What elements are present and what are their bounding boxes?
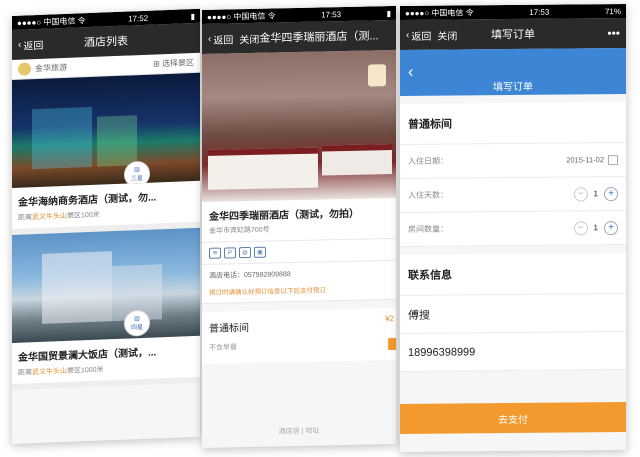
calendar-icon[interactable] [608,154,618,165]
hotel-distance: 距离武义牛头山景区100米 [18,211,100,222]
star-badge: ▥ 四星 [124,309,150,337]
hotel-distance: 距离武义牛头山景区1000米 [18,366,104,377]
hotel-photo: ▥ 三星 [12,72,200,188]
plus-button[interactable]: + [604,220,618,235]
status-time: 17:53 [529,7,550,17]
close-button[interactable]: 关闭 [239,30,259,45]
nav-bar: ‹ 返回 关闭 填写订单 ••• [400,18,626,50]
status-time: 17:52 [128,13,149,24]
minus-button[interactable]: − [573,186,588,201]
days-label: 入住天数： [408,190,448,200]
pay-button[interactable]: 去支付 [400,402,626,434]
restaurant-icon: ◍ [239,246,251,259]
hotel-room-photo [202,49,396,202]
close-button[interactable]: 关闭 [437,27,457,42]
stay-days-row: 入住天数： − 1 + [400,177,626,213]
hotel-name: 金华四季瑞丽酒店（测试，勿拍） [209,208,359,223]
parking-icon: P [224,247,236,259]
battery-icon: ▮ [386,8,391,18]
carrier-text: ●●●●○ 中国电信 令 [17,15,86,28]
hotel-card[interactable]: ▥ 四星 金华国贸景澜大饭店（测试，... 距离武义牛头山景区1000米 [12,227,200,390]
footer-links[interactable]: 酒店信 | 地址 [202,424,396,438]
days-stepper: − 1 + [573,186,618,201]
back-label: 返回 [213,34,234,47]
back-button[interactable]: ‹ 返回 [18,36,43,52]
back-label: 返回 [411,31,432,43]
hotel-phone[interactable]: 酒店电话：057982809888 [209,267,389,281]
days-value: 1 [593,189,598,199]
rooms-stepper: − 1 + [573,220,618,235]
chevron-left-icon[interactable]: ‹ [408,64,413,82]
status-time: 17:53 [321,9,342,20]
room-form: 普通标间 入住日期： 2015-11-02 入住天数： − 1 + 房间数量： … [400,102,626,247]
checkin-label: 入住日期： [408,156,448,166]
hotel-info: 金华国贸景澜大饭店（测试，... 距离武义牛头山景区1000米 [12,335,200,390]
hotel-photo: ▥ 四星 [12,227,200,343]
room-type-desc: 不含早餐 [209,344,237,352]
order-header-title: 填写订单 [493,81,533,93]
car-icon: ▣ [254,246,266,258]
hotel-name: 金华海纳商务酒店（测试，勿... [18,192,157,209]
rooms-label: 房间数量： [408,224,448,234]
contact-name-field[interactable]: 傅搜 [400,294,626,334]
hotel-detail-screen: ●●●●○ 中国电信 令 17:53 ▮ ‹ 返回 关闭 金华四季瑞丽酒店（测.… [202,5,396,448]
carrier-text: ●●●●○ 中国电信 令 [207,10,276,22]
page-title: 填写订单 [491,28,535,42]
chevron-left-icon: ‹ [208,33,212,45]
checkin-date-value: 2015-11-02 [566,155,604,165]
room-type-name: 普通标间 [209,323,249,335]
battery-level: 71% [604,6,621,16]
hotel-info: 金华海纳商务酒店（测试，勿... 距离武义牛头山景区100米 [12,180,200,235]
hotel-contact: 酒店电话：057982809888 预订时请确认好预订信息以下后支付预订 [202,260,396,304]
hotel-list-screen: ●●●●○ 中国电信 令 17:52 ▮ ‹ 返回 酒店列表 金华旅游 ⊞ 选择… [12,8,200,444]
carrier-text: ●●●●○ 中国电信 令 [405,7,474,18]
order-header: ‹ 填写订单 [400,48,626,96]
room-price: ¥2 [385,313,394,324]
hotel-name: 金华国贸景澜大饭店（测试，... [18,347,157,364]
nav-bar: ‹ 返回 关闭 金华四季瑞丽酒店（测... [202,19,396,54]
contact-title: 联系信息 [400,253,626,296]
brand-logo-icon [18,62,31,76]
hotel-summary: 金华四季瑞丽酒店（测试，勿拍） 金华市宾虹路700号 [202,197,396,243]
back-button[interactable]: ‹ 返回 [406,27,431,42]
filter-label: 选择景区 [162,58,194,69]
room-count-row: 房间数量： − 1 + [400,211,626,247]
book-button[interactable] [388,337,396,351]
contact-phone-field[interactable]: 18996398999 [400,332,626,372]
hotel-card[interactable]: ▥ 三星 金华海纳商务酒店（测试，勿... 距离武义牛头山景区100米 [12,72,200,235]
scenic-filter-button[interactable]: ⊞ 选择景区 [153,57,194,70]
contact-form: 联系信息 傅搜 18996398999 [400,253,626,372]
plus-button[interactable]: + [604,186,618,201]
room-type-card[interactable]: 普通标间 不含早餐 ¥2 [202,307,396,364]
room-type-title: 普通标间 [400,102,626,145]
rooms-value: 1 [593,223,598,233]
chevron-left-icon: ‹ [406,29,410,41]
chevron-left-icon: ‹ [18,39,22,51]
order-form-screen: ●●●●○ 中国电信 令 17:53 71% ‹ 返回 关闭 填写订单 ••• … [400,4,626,452]
back-button[interactable]: ‹ 返回 [208,31,233,47]
wifi-icon: ≋ [209,247,221,259]
more-icon[interactable]: ••• [607,26,620,40]
minus-button[interactable]: − [573,220,588,235]
booking-notice: 预订时请确认好预订信息以下后支付预订 [209,287,326,297]
back-label: 返回 [23,40,44,53]
checkin-date-row[interactable]: 入住日期： 2015-11-02 [400,143,626,179]
brand: 金华旅游 [18,61,67,76]
hotel-address: 金华市宾虹路700号 [209,226,270,235]
battery-icon: ▮ [190,11,195,21]
filter-icon: ⊞ [153,59,162,69]
brand-name: 金华旅游 [35,62,67,74]
